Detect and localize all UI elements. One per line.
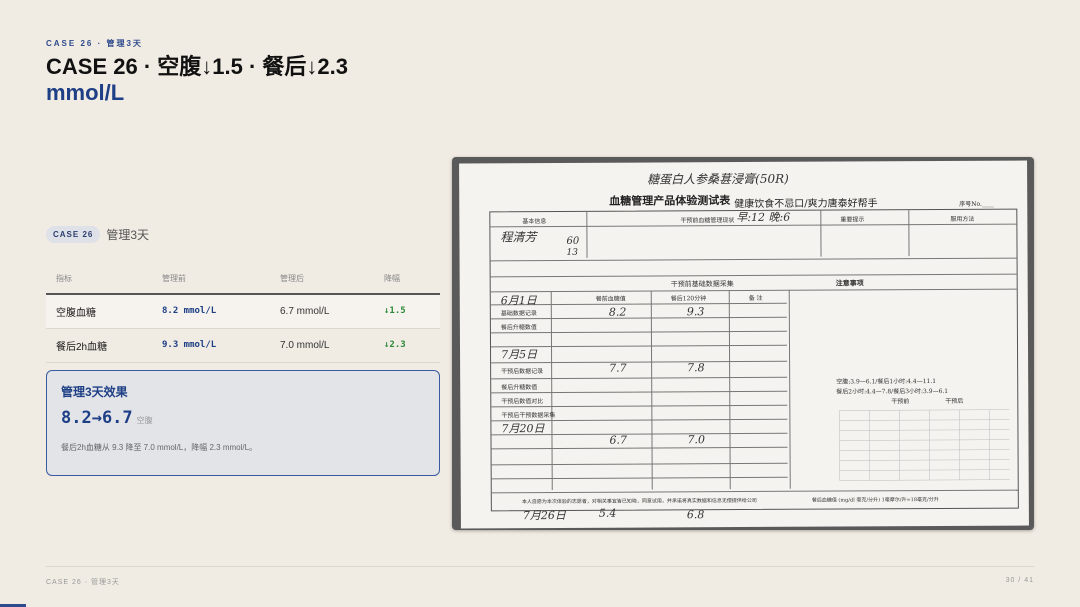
form-section-tips: 重要提示 — [840, 216, 865, 224]
footer-divider — [46, 566, 1034, 567]
form-intake: 早:12 晚:6 — [736, 210, 791, 225]
form-legend-a: 干预前 — [891, 398, 910, 406]
effect-card: 管理3天效果 8.2→6.7 空腹 餐后2h血糖从 9.3 降至 7.0 mmol… — [46, 370, 440, 476]
effect-description: 餐后2h血糖从 9.3 降至 7.0 mmol/L，降幅 2.3 mmol/L。 — [61, 443, 258, 452]
cell-before: 8.2 mmol/L — [152, 294, 270, 329]
kicker: CASE 26 · 管理3天 — [46, 39, 143, 48]
case-label: 管理3天 — [106, 228, 150, 242]
form-row1-post: 9.3 — [686, 305, 705, 319]
test-form-photo: 糖蛋白人参桑葚浸膏(50R) 血糖管理产品体验测试表 健康饮食不忌口/爽力唐泰好… — [452, 157, 1034, 530]
form-title: 血糖管理产品体验测试表 — [609, 194, 731, 208]
form-years: 13 — [566, 247, 578, 258]
col-after: 管理后 — [270, 268, 374, 295]
form-row2-date: 7月5日 — [501, 348, 538, 362]
effect-value: 8.2→6.7 空腹 — [61, 408, 425, 428]
form-col-post: 餐后120分钟 — [670, 295, 707, 303]
results-table: 指标 管理前 管理后 降幅 空腹血糖 8.2 mmol/L 6.7 mmol/L… — [46, 268, 440, 363]
form-row3-post: 7.0 — [687, 433, 706, 447]
page-number: 30 / 41 — [1005, 577, 1034, 584]
form-row3-fast: 6.7 — [609, 433, 628, 447]
form-notes-title: 注意事项 — [835, 278, 864, 288]
form-row4-date: 7月26日 — [522, 508, 566, 523]
form-label-compare: 干预后数值对比 — [501, 398, 544, 406]
effect-title: 管理3天效果 — [61, 385, 128, 399]
form-label-after-collect: 干预后干预数据采集 — [501, 411, 556, 420]
form-block-title: 干预前基础数据采集 — [670, 280, 734, 289]
cell-before: 9.3 mmol/L — [152, 328, 270, 363]
form-col-note: 备 注 — [748, 294, 763, 302]
form-row4-post: 6.8 — [686, 508, 705, 522]
form-row2-fast: 7.7 — [609, 361, 627, 375]
cell-metric: 空腹血糖 — [46, 294, 152, 329]
effect-value-text: 8.2→6.7 — [61, 408, 133, 428]
form-row1-date: 6月1日 — [500, 294, 537, 308]
cell-metric: 餐后2h血糖 — [46, 328, 152, 363]
form-col-fast: 餐前血糖值 — [595, 295, 626, 303]
form-row2-post: 7.8 — [687, 361, 705, 375]
form-row1-fast: 8.2 — [608, 305, 627, 319]
form-serial: 序号No.____ — [959, 200, 994, 208]
case-tag-row: CASE 26 管理3天 — [46, 226, 149, 243]
form-legend-b: 干预后 — [945, 397, 964, 405]
form-footer-note: 本人自愿为本次体验的志愿者，对相关事宜皆已知晓，同意试用，并承诺将真实数据和信息… — [521, 497, 757, 506]
form-row4-fast: 5.4 — [598, 506, 617, 520]
form-chart — [839, 409, 1010, 481]
form-age: 60 — [566, 235, 580, 247]
form-footer-right: 餐后血糖值 (mg/dl 毫克/分升) 1毫摩尔/升=18毫克/分升 — [811, 496, 939, 504]
form-section-basic: 基本信息 — [522, 218, 547, 226]
cell-drop: ↓2.3 — [374, 328, 440, 363]
table-header-row: 指标 管理前 管理后 降幅 — [46, 268, 440, 295]
form-slogan: 健康饮食不忌口/爽力唐泰好帮手 — [734, 198, 878, 211]
form-row3-date: 7月20日 — [501, 422, 545, 436]
form-name: 程清芳 — [500, 230, 537, 245]
form-label-base: 基础数据记录 — [500, 310, 537, 318]
form-section-method: 服用方法 — [950, 215, 975, 223]
title-line1: CASE 26 · 空腹↓1.5 · 餐后↓2.3 — [46, 54, 348, 79]
form-section-pre: 干预前血糖管理现状 — [680, 217, 735, 225]
table-row: 餐后2h血糖 9.3 mmol/L 7.0 mmol/L ↓2.3 — [46, 328, 440, 363]
cell-drop: ↓1.5 — [374, 294, 440, 329]
form-ref-post: 餐后2小时:4.4—7.8/餐后3小时:3.9—6.1 — [836, 387, 949, 396]
form-label-rise: 餐后升糖数值 — [500, 324, 537, 332]
table-row: 空腹血糖 8.2 mmol/L 6.7 mmol/L ↓1.5 — [46, 294, 440, 329]
form-label-after-rise: 餐后升糖数值 — [501, 384, 538, 392]
form-sheet: 糖蛋白人参桑葚浸膏(50R) 血糖管理产品体验测试表 健康饮食不忌口/爽力唐泰好… — [459, 160, 1029, 529]
case-badge: CASE 26 — [46, 226, 101, 243]
footer-left: CASE 26 · 管理3天 — [46, 579, 120, 586]
cell-after: 7.0 mmol/L — [270, 328, 374, 363]
form-handwritten-header: 糖蛋白人参桑葚浸膏(50R) — [647, 171, 789, 187]
col-before: 管理前 — [152, 268, 270, 295]
form-ref-fast: 空腹:3.9—6.1/餐后1小时:4.4—11.1 — [836, 377, 937, 386]
cell-after: 6.7 mmol/L — [270, 294, 374, 329]
effect-unit: 空腹 — [136, 416, 153, 425]
col-metric: 指标 — [46, 268, 152, 295]
title-line2: mmol/L — [46, 80, 125, 105]
form-label-after: 干预后数据记录 — [501, 368, 544, 376]
form-grid: 基本信息 干预前血糖管理现状 重要提示 服用方法 程清芳 60 13 早:12 … — [489, 208, 1019, 512]
page-title: CASE 26 · 空腹↓1.5 · 餐后↓2.3 mmol/L — [46, 54, 348, 106]
col-drop: 降幅 — [374, 268, 440, 295]
